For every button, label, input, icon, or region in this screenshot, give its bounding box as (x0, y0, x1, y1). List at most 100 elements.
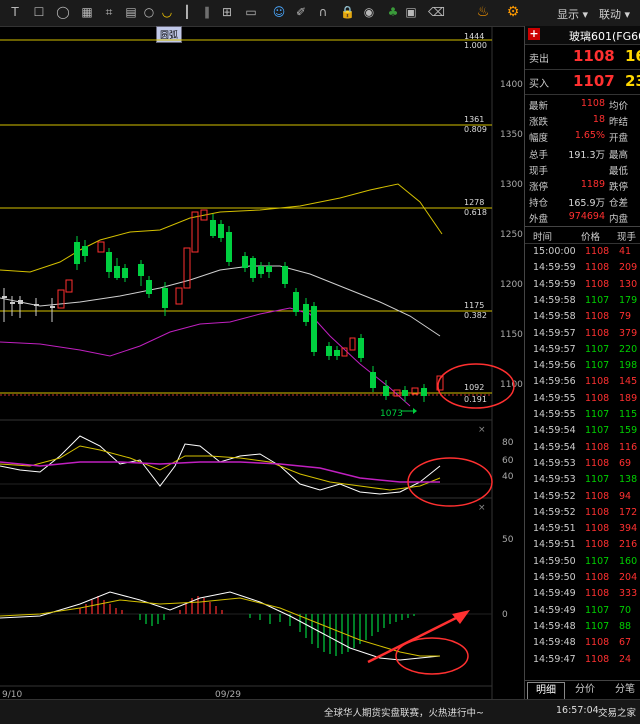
drawing-toolbar: T ☐ ◯ ▦ ⌗ ▤ ○ ◡ ┃ ∥ ⊞ ▭ ☺ ✐ ∩ 🔒 ◉ ♣ ▣ ⌫ … (0, 0, 640, 27)
tick-price: 1107 (585, 604, 610, 616)
tick-volume: 189 (619, 392, 638, 404)
tick-row: 14:59:55 1107 115 (525, 407, 640, 423)
grid-tool-icon[interactable]: ▦ (80, 5, 94, 19)
cycle-tool-icon[interactable]: ∥ (200, 5, 214, 19)
tick-time: 14:59:48 (533, 620, 576, 632)
eye-icon[interactable]: ◉ (362, 5, 376, 19)
quote-row: 最新 1108 均价 (525, 96, 640, 112)
macd-close-icon[interactable]: × (478, 503, 486, 513)
tick-time: 14:59:58 (533, 294, 576, 306)
tick-row: 14:59:54 1108 116 (525, 440, 640, 456)
tick-price: 1108 (585, 441, 610, 453)
app-logo-icon[interactable]: ♨ (476, 5, 490, 19)
quote-value: 1108 (580, 98, 605, 109)
gann-tool-icon[interactable]: ⊞ (220, 5, 234, 19)
macd-tick-50: 50 (502, 535, 514, 545)
lock-icon[interactable]: 🔒 (340, 5, 355, 19)
kdj-tick-80: 80 (502, 438, 514, 448)
instrument-header: + 玻璃601(FG60 (525, 26, 640, 45)
quote-value: 1189 (580, 179, 605, 190)
macd-dea-line (0, 597, 440, 657)
price-label-icon[interactable]: ☺ (272, 5, 286, 19)
label-tool-icon[interactable]: ▭ (244, 5, 258, 19)
tick-row: 14:59:50 1107 160 (525, 554, 640, 570)
tick-time: 14:59:56 (533, 360, 576, 372)
quote-row: 涨停 1189 跌停 (525, 177, 640, 193)
quote-value: 1.65% (574, 130, 605, 142)
image-icon[interactable]: ▣ (404, 5, 418, 19)
tick-price: 1107 (585, 294, 610, 306)
tick-volume: 88 (619, 620, 632, 632)
text-tool-icon[interactable]: T (8, 5, 22, 19)
tick-row: 14:59:56 1107 198 (525, 358, 640, 374)
ask-volume: 16 (625, 47, 640, 65)
ellipse-tool-icon[interactable]: ◯ (56, 5, 70, 19)
annotation-arrow-head (452, 610, 470, 624)
tick-time: 14:59:54 (533, 425, 576, 437)
tick-row: 14:59:58 1108 79 (525, 309, 640, 325)
col-volume: 现手 (617, 232, 637, 243)
low-price-label: 1073 (380, 409, 403, 419)
quote-label: 外盘 (529, 214, 549, 226)
tick-volume: 160 (619, 555, 638, 567)
tick-price: 1108 (585, 262, 610, 274)
tick-time: 14:59:55 (533, 392, 576, 404)
news-ticker[interactable]: 全球华人期货实盘联赛，火热进行中~ (324, 705, 484, 719)
quote-row: 总手 191.3万 最高 (525, 145, 640, 161)
tick-row: 14:59:54 1107 159 (525, 423, 640, 439)
tick-volume: 94 (619, 490, 632, 502)
tick-row: 15:00:00 1108 41 (525, 244, 640, 260)
price-tick-1400: 1400 (500, 80, 523, 90)
vertical-line-icon[interactable]: ┃ (180, 5, 194, 19)
tab-price-dist[interactable]: 分价 (567, 682, 603, 698)
quote-value: 165.9万 (568, 198, 605, 210)
tick-time: 14:59:50 (533, 572, 576, 583)
tab-detail[interactable]: 明细 (527, 682, 565, 700)
tick-price: 1108 (585, 376, 610, 388)
quote-label: 涨停 (529, 182, 549, 193)
macd-histogram (79, 596, 415, 656)
kline-chart[interactable]: 1444 1.000 1361 0.809 1278 0.618 1175 0.… (0, 26, 524, 706)
tick-price: 1108 (585, 539, 610, 551)
tick-row: 14:59:59 1108 209 (525, 260, 640, 276)
arc-tool-icon[interactable]: ◡ (160, 5, 174, 19)
channel-tool-icon[interactable]: ▤ (124, 5, 138, 19)
settings-icon[interactable]: ⚙ (506, 5, 520, 19)
circle-tool-icon[interactable]: ○ (142, 5, 156, 19)
instrument-name: 玻璃601(FG60 (569, 30, 640, 43)
tick-time: 14:59:53 (533, 474, 576, 486)
tick-time: 14:59:51 (533, 523, 576, 535)
tick-time: 15:00:00 (533, 246, 576, 257)
rectangle-tool-icon[interactable]: ☐ (32, 5, 46, 19)
tick-volume: 70 (619, 604, 632, 616)
tick-price: 1108 (585, 588, 610, 600)
tab-tick[interactable]: 分笔 (607, 682, 640, 698)
candlesticks (2, 209, 444, 402)
add-watchlist-icon[interactable]: + (528, 28, 540, 40)
tree-icon[interactable]: ♣ (386, 5, 400, 19)
tick-row: 14:59:56 1108 145 (525, 374, 640, 390)
tick-price: 1107 (585, 620, 610, 632)
fib-price-4: 1175 (464, 301, 484, 310)
tick-time: 14:59:52 (533, 490, 576, 502)
tick-volume: 130 (619, 278, 638, 290)
kdj-close-icon[interactable]: × (478, 425, 486, 435)
tick-row: 14:59:55 1108 189 (525, 391, 640, 407)
fan-tool-icon[interactable]: ⌗ (102, 5, 116, 19)
tick-row: 14:59:49 1108 333 (525, 586, 640, 602)
tick-volume: 179 (619, 294, 638, 306)
magnet-icon[interactable]: ∩ (316, 5, 330, 19)
tick-volume: 379 (619, 327, 638, 339)
quote-label-2: 仓差 (609, 198, 629, 210)
fib-ratio-2: 0.809 (464, 125, 487, 134)
tick-time: 14:59:52 (533, 506, 576, 518)
tick-volume: 69 (619, 457, 632, 469)
delete-icon[interactable]: ⌫ (428, 5, 445, 19)
display-menu[interactable]: 显示 ▾ (557, 6, 588, 22)
tick-volume: 394 (619, 523, 638, 535)
eraser-icon[interactable]: ✐ (294, 5, 308, 19)
clock: 16:57:04 (556, 705, 599, 716)
fib-price-3: 1278 (464, 198, 484, 207)
tick-price: 1108 (585, 572, 610, 583)
link-menu[interactable]: 联动 ▾ (599, 6, 630, 22)
